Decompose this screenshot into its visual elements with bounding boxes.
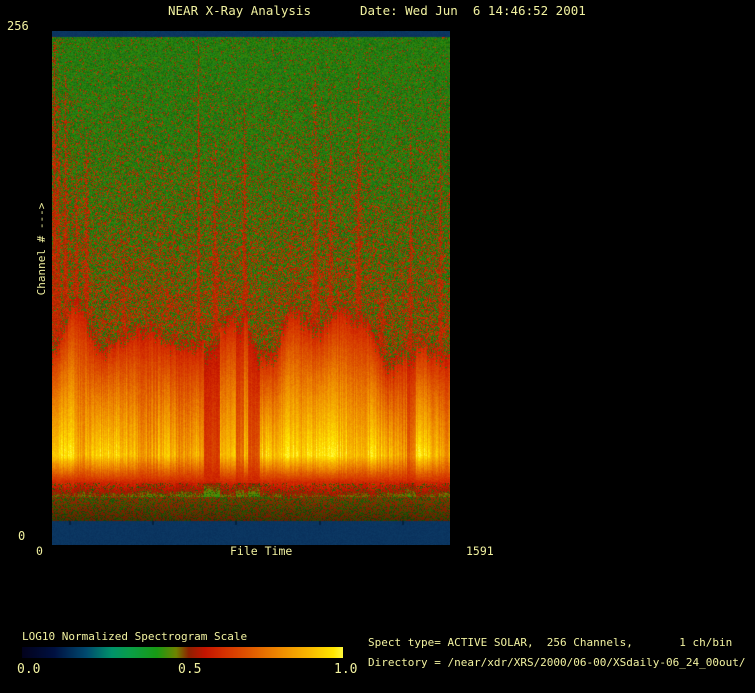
x-axis-title: File Time <box>230 544 293 558</box>
y-axis-title: Channel # ---> <box>35 202 48 296</box>
colorbar-tick-0: 0.0 <box>17 662 41 677</box>
colorbar-gradient <box>22 647 343 658</box>
page-title: NEAR X-Ray Analysis <box>168 3 311 18</box>
directory-info: Directory = /near/xdr/XRS/2000/06-00/XSd… <box>368 656 746 669</box>
colorbar-title: LOG10 Normalized Spectrogram Scale <box>22 630 248 643</box>
x-axis-min-label: 0 <box>36 544 43 558</box>
x-axis-max-label: 1591 <box>466 544 494 558</box>
y-axis-max-label: 256 <box>7 19 29 33</box>
date-label: Date: Wed Jun 6 14:46:52 2001 <box>360 3 586 18</box>
spectrogram-heatmap <box>52 31 450 545</box>
near-xray-analysis-screen: { "header": { "title": "NEAR X-Ray Analy… <box>0 0 755 693</box>
colorbar-tick-0.5: 0.5 <box>178 662 202 677</box>
spect-type-info: Spect type= ACTIVE SOLAR, 256 Channels, … <box>368 636 733 649</box>
y-axis-min-label: 0 <box>18 529 26 543</box>
colorbar-tick-1: 1.0 <box>334 662 358 677</box>
